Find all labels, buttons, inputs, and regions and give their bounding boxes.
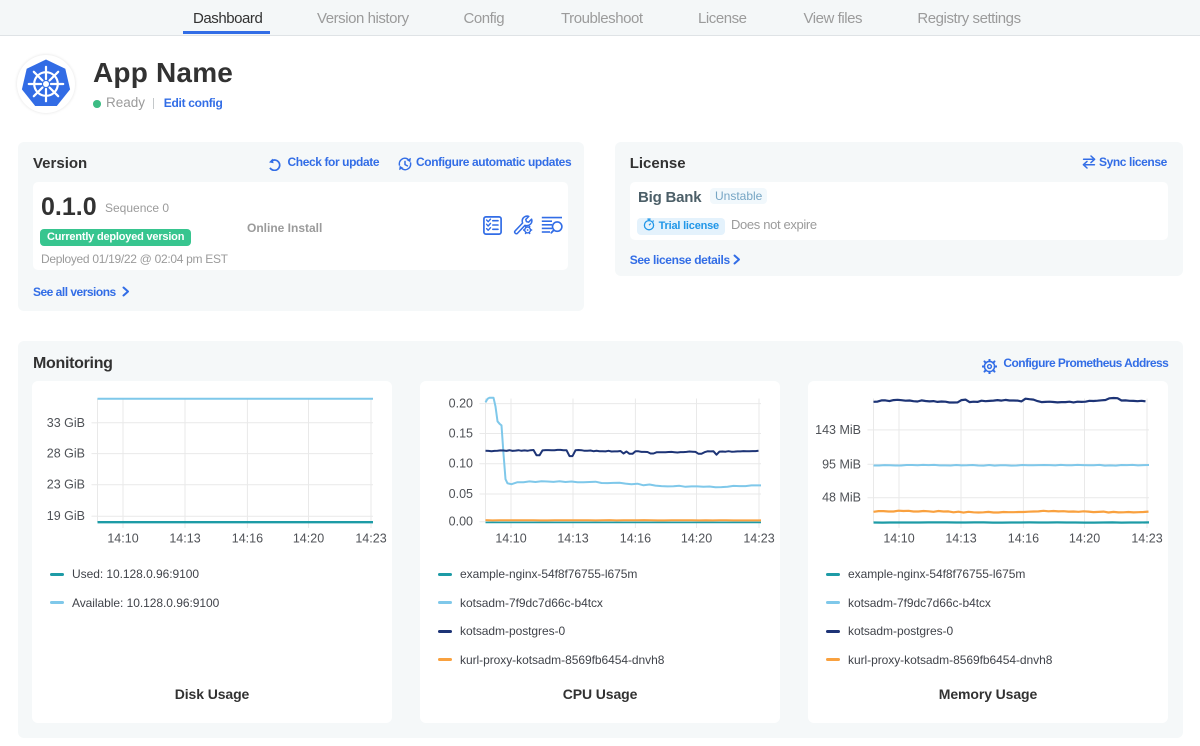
svg-text:14:10: 14:10: [495, 531, 526, 545]
svg-text:33 GiB: 33 GiB: [47, 415, 85, 429]
svg-text:14:23: 14:23: [1131, 531, 1162, 545]
svg-text:0.10: 0.10: [449, 456, 473, 470]
svg-text:48 MiB: 48 MiB: [822, 490, 861, 504]
svg-text:14:20: 14:20: [293, 531, 324, 545]
svg-text:28 GiB: 28 GiB: [47, 446, 85, 460]
svg-text:14:10: 14:10: [883, 531, 914, 545]
svg-text:14:23: 14:23: [743, 531, 774, 545]
svg-text:14:10: 14:10: [107, 531, 138, 545]
svg-text:14:23: 14:23: [355, 531, 386, 545]
svg-text:0.00: 0.00: [449, 514, 473, 528]
svg-text:14:20: 14:20: [681, 531, 712, 545]
svg-text:14:16: 14:16: [620, 531, 651, 545]
svg-text:14:20: 14:20: [1069, 531, 1100, 545]
svg-text:14:16: 14:16: [1008, 531, 1039, 545]
svg-text:0.20: 0.20: [449, 396, 473, 410]
svg-text:23 GiB: 23 GiB: [47, 477, 85, 491]
svg-text:14:16: 14:16: [232, 531, 263, 545]
svg-text:143 MiB: 143 MiB: [815, 422, 861, 436]
svg-text:0.15: 0.15: [449, 426, 473, 440]
svg-text:95 MiB: 95 MiB: [822, 457, 861, 471]
svg-text:19 GiB: 19 GiB: [47, 509, 85, 523]
svg-text:14:13: 14:13: [169, 531, 200, 545]
svg-text:0.05: 0.05: [449, 487, 473, 501]
svg-text:14:13: 14:13: [945, 531, 976, 545]
svg-text:14:13: 14:13: [557, 531, 588, 545]
